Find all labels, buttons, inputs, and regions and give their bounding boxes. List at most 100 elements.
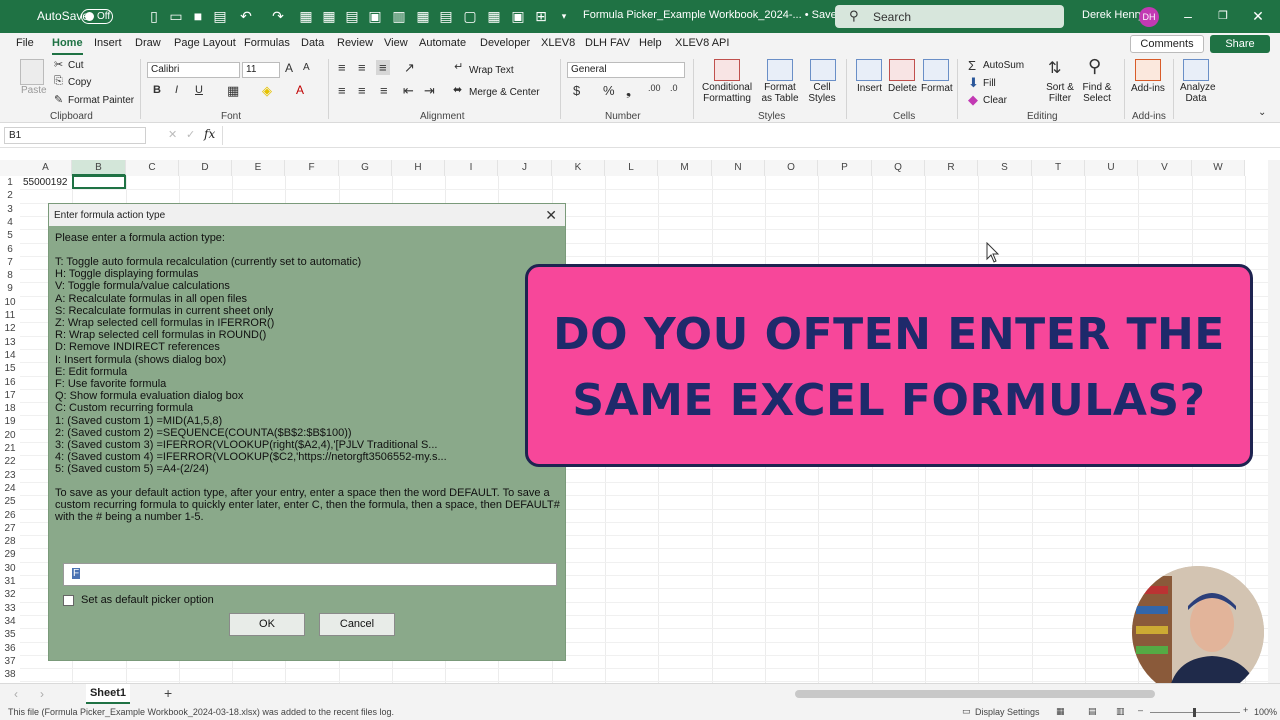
new-file-icon[interactable]: ▯ <box>146 8 162 24</box>
tab-xlev8[interactable]: XLEV8 <box>541 37 575 49</box>
row-header[interactable]: 2 <box>0 189 20 202</box>
confirm-entry-icon[interactable]: ✓ <box>186 128 195 141</box>
column-header[interactable]: S <box>978 160 1032 176</box>
increase-font-icon[interactable]: A <box>285 61 293 75</box>
font-name-select[interactable]: Calibri <box>147 62 240 78</box>
column-header[interactable]: R <box>925 160 978 176</box>
font-size-select[interactable]: 11 <box>242 62 280 78</box>
row-header[interactable]: 4 <box>0 216 20 229</box>
zoom-out-icon[interactable]: – <box>1138 705 1143 715</box>
column-header[interactable]: L <box>605 160 658 176</box>
tab-automate[interactable]: Automate <box>419 37 466 49</box>
column-header[interactable]: J <box>498 160 552 176</box>
delete-cells-button[interactable]: Delete <box>888 83 917 94</box>
document-title[interactable]: Formula Picker_Example Workbook_2024-...… <box>583 9 843 21</box>
cell-a1[interactable]: 55000192 <box>23 176 68 189</box>
find-select-button[interactable]: Find & Select <box>1080 82 1114 104</box>
open-folder-icon[interactable]: ▭ <box>168 8 184 24</box>
restore-icon[interactable]: ❐ <box>1215 8 1231 24</box>
column-header[interactable]: N <box>712 160 765 176</box>
sheet-icon[interactable]: ▤ <box>344 8 360 24</box>
fill-button[interactable]: Fill <box>983 78 996 89</box>
column-header[interactable]: I <box>445 160 498 176</box>
row-header[interactable]: 7 <box>0 256 20 269</box>
tab-page-layout[interactable]: Page Layout <box>174 37 236 49</box>
paste-values-icon[interactable]: ▣ <box>510 8 526 24</box>
row-header[interactable]: 18 <box>0 402 20 415</box>
column-header[interactable]: F <box>285 160 339 176</box>
collapse-ribbon-icon[interactable]: ⌄ <box>1258 107 1266 118</box>
increase-indent-icon[interactable]: ⇥ <box>424 83 435 99</box>
column-header[interactable]: V <box>1138 160 1192 176</box>
avatar[interactable]: DH <box>1139 7 1159 27</box>
tab-home[interactable]: Home <box>52 37 83 55</box>
decrease-indent-icon[interactable]: ⇤ <box>403 83 414 99</box>
filter-icon[interactable]: ▥ <box>391 8 407 24</box>
print-icon[interactable]: ▤ <box>212 8 228 24</box>
row-header[interactable]: 26 <box>0 509 20 522</box>
row-header[interactable]: 34 <box>0 615 20 628</box>
cancel-button[interactable]: Cancel <box>319 613 395 636</box>
undo-icon[interactable]: ↶ <box>238 8 254 24</box>
column-header[interactable]: A <box>20 160 72 176</box>
copy-button[interactable]: Copy <box>68 77 91 88</box>
align-middle-icon[interactable]: ≡ <box>358 60 366 75</box>
tab-help[interactable]: Help <box>639 37 662 49</box>
row-header[interactable]: 25 <box>0 495 20 508</box>
currency-icon[interactable]: $ <box>573 83 580 98</box>
bold-icon[interactable]: B <box>153 84 161 96</box>
zoom-in-icon[interactable]: + <box>1243 705 1248 715</box>
column-header[interactable]: C <box>126 160 179 176</box>
column-header[interactable]: G <box>339 160 392 176</box>
share-button[interactable]: Share <box>1210 35 1270 53</box>
row-header[interactable]: 33 <box>0 602 20 615</box>
cancel-entry-icon[interactable]: ✕ <box>168 128 177 141</box>
tab-view[interactable]: View <box>384 37 408 49</box>
italic-icon[interactable]: I <box>175 84 178 96</box>
column-header[interactable]: E <box>232 160 285 176</box>
row-header[interactable]: 12 <box>0 322 20 335</box>
addins-button[interactable]: Add-ins <box>1131 83 1165 94</box>
save-icon[interactable]: ■ <box>190 8 206 24</box>
row-header[interactable]: 27 <box>0 522 20 535</box>
action-type-input[interactable]: F <box>63 563 557 586</box>
row-header[interactable]: 3 <box>0 203 20 216</box>
vertical-scrollbar[interactable] <box>1268 160 1280 683</box>
close-icon[interactable]: ✕ <box>1250 8 1266 24</box>
column-header[interactable]: B <box>72 160 126 176</box>
column-header[interactable]: U <box>1085 160 1138 176</box>
analyze-data-button[interactable]: Analyze Data <box>1180 82 1216 104</box>
row-header[interactable]: 38 <box>0 668 20 681</box>
autosum-button[interactable]: AutoSum <box>983 60 1024 71</box>
row-header[interactable]: 20 <box>0 429 20 442</box>
row-header[interactable]: 29 <box>0 548 20 561</box>
table-icon[interactable]: ▦ <box>298 8 314 24</box>
page-layout-view-icon[interactable]: ▤ <box>1088 706 1097 717</box>
fill-color-icon[interactable]: ◈ <box>262 83 272 99</box>
normal-view-icon[interactable]: ▦ <box>1056 706 1065 717</box>
number-format-select[interactable]: General <box>567 62 685 78</box>
comma-icon[interactable]: ❟ <box>626 83 631 99</box>
increase-decimal-icon[interactable]: .00 <box>648 83 661 93</box>
selected-cell-b1[interactable] <box>72 175 126 189</box>
row-header[interactable]: 35 <box>0 628 20 641</box>
tab-formulas[interactable]: Formulas <box>244 37 290 49</box>
row-header[interactable]: 14 <box>0 349 20 362</box>
cell-styles-button[interactable]: Cell Styles <box>803 82 841 104</box>
row-header[interactable]: 19 <box>0 415 20 428</box>
row-header[interactable]: 32 <box>0 588 20 601</box>
next-sheet-icon[interactable]: › <box>40 687 44 701</box>
row-header[interactable]: 16 <box>0 376 20 389</box>
format-painter-button[interactable]: Format Painter <box>68 95 134 106</box>
tab-data[interactable]: Data <box>301 37 324 49</box>
rows-icon[interactable]: ▤ <box>438 8 454 24</box>
calc-icon[interactable]: ▦ <box>486 8 502 24</box>
row-header[interactable]: 24 <box>0 482 20 495</box>
tab-review[interactable]: Review <box>337 37 373 49</box>
percent-icon[interactable]: % <box>603 83 615 98</box>
column-header[interactable]: O <box>765 160 818 176</box>
columns-icon[interactable]: ▦ <box>415 8 431 24</box>
insert-function-icon[interactable]: fx <box>204 127 215 141</box>
row-header[interactable]: 10 <box>0 296 20 309</box>
tab-xlev8-api[interactable]: XLEV8 API <box>675 37 729 49</box>
